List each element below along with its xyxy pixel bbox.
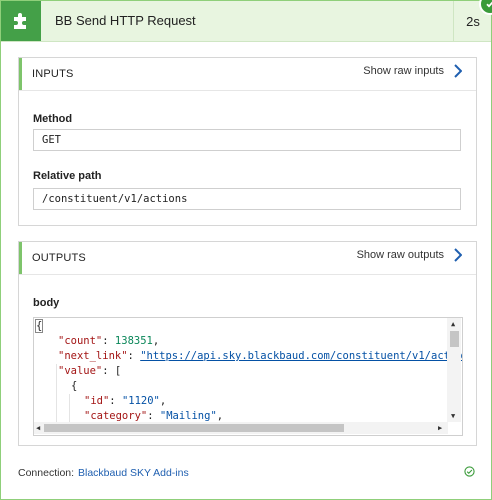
- connection-ok-icon: [464, 466, 475, 477]
- json-key: "value": [58, 365, 103, 377]
- outputs-title: OUTPUTS: [32, 252, 86, 264]
- horizontal-scroll-thumb[interactable]: [44, 424, 344, 432]
- json-key: "count": [58, 335, 103, 347]
- json-colon: :: [147, 410, 160, 422]
- method-value: GET: [42, 134, 61, 146]
- method-field: GET: [33, 129, 461, 151]
- json-string: "1120": [121, 395, 160, 407]
- json-brace: {: [71, 380, 78, 392]
- code-line: "value": [: [58, 365, 121, 380]
- json-colon: :: [102, 365, 115, 377]
- inputs-section: INPUTS Show raw inputs Method GET Relati…: [18, 57, 477, 226]
- puzzle-piece-icon: [1, 1, 41, 41]
- action-card: BB Send HTTP Request 2s INPUTS Show raw …: [0, 0, 492, 500]
- duration-text: 2s: [466, 13, 480, 29]
- inputs-title: INPUTS: [32, 68, 74, 80]
- json-key: "id": [84, 395, 110, 407]
- code-line: "count": 138351,: [58, 335, 159, 350]
- indent-guide: [69, 394, 70, 422]
- code-line: "id": "1120",: [84, 395, 166, 410]
- scroll-left-arrow-icon[interactable]: ◀: [36, 424, 40, 432]
- divider: [19, 274, 476, 275]
- json-comma: ,: [152, 335, 160, 347]
- scroll-down-arrow-icon[interactable]: ▼: [451, 412, 455, 420]
- show-raw-inputs-label: Show raw inputs: [363, 65, 444, 77]
- code-line: {: [71, 380, 77, 395]
- scroll-right-arrow-icon[interactable]: ▶: [438, 424, 442, 432]
- outputs-section: OUTPUTS Show raw outputs body { "count":…: [18, 241, 477, 446]
- action-title: BB Send HTTP Request: [55, 13, 196, 28]
- connection-link[interactable]: Blackbaud SKY Add-ins: [78, 467, 189, 479]
- chevron-right-icon: [454, 248, 462, 262]
- json-comma: ,: [216, 410, 224, 422]
- json-key: "next_link": [58, 350, 128, 362]
- outputs-header: OUTPUTS Show raw outputs: [19, 242, 476, 274]
- json-colon: :: [127, 350, 141, 362]
- show-raw-outputs-label: Show raw outputs: [356, 249, 444, 261]
- horizontal-scrollbar[interactable]: ◀ ▶: [34, 422, 448, 434]
- chevron-right-icon: [454, 64, 462, 78]
- inputs-header: INPUTS Show raw inputs: [19, 58, 476, 90]
- vertical-scrollbar[interactable]: ▲ ▼: [447, 318, 461, 422]
- vertical-scroll-thumb[interactable]: [450, 331, 459, 347]
- action-header[interactable]: BB Send HTTP Request 2s: [1, 1, 491, 42]
- connection-label: Connection:: [18, 467, 75, 479]
- json-number: 138351: [114, 335, 153, 347]
- show-raw-inputs-link[interactable]: Show raw inputs: [363, 64, 462, 78]
- json-colon: :: [109, 395, 122, 407]
- json-url[interactable]: "https://api.sky.blackbaud.com/constitue…: [140, 350, 462, 362]
- show-raw-outputs-link[interactable]: Show raw outputs: [357, 248, 462, 262]
- json-comma: ,: [159, 395, 167, 407]
- json-bracket: [: [114, 365, 122, 377]
- relative-path-label: Relative path: [33, 170, 102, 182]
- code-line: {: [34, 319, 44, 335]
- json-colon: :: [102, 335, 115, 347]
- method-label: Method: [33, 113, 73, 125]
- body-json-viewer[interactable]: { "count": 138351, "next_link": "https:/…: [33, 317, 463, 436]
- relative-path-field: /constituent/v1/actions: [33, 188, 461, 210]
- indent-guide: [56, 364, 57, 422]
- code-line: "next_link": "https://api.sky.blackbaud.…: [58, 350, 462, 365]
- json-string: "Mailing": [159, 410, 217, 422]
- scroll-up-arrow-icon[interactable]: ▲: [451, 320, 455, 328]
- json-key: "category": [84, 410, 148, 422]
- body-label: body: [33, 297, 60, 309]
- divider: [19, 90, 476, 91]
- code-brace: {: [34, 319, 44, 333]
- relative-path-value: /constituent/v1/actions: [42, 193, 188, 205]
